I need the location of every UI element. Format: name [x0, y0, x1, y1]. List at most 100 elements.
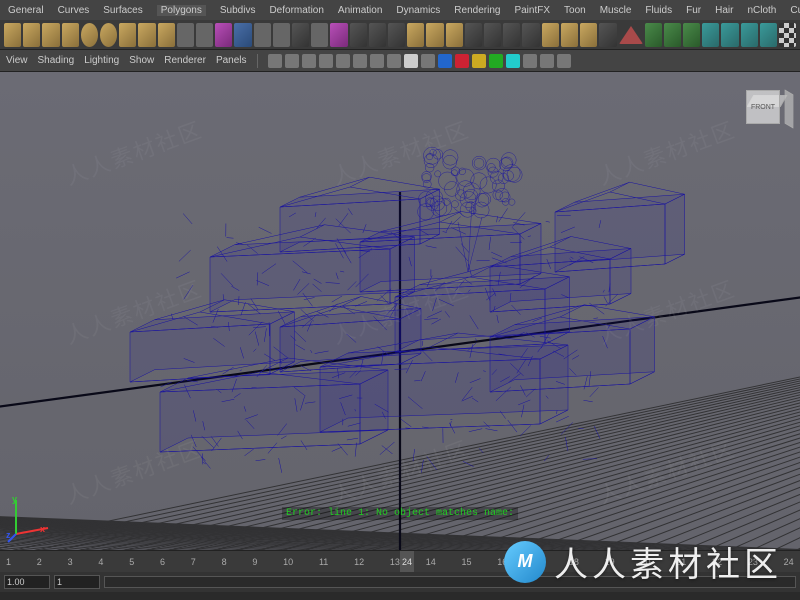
panel-shading[interactable]: Shading	[38, 55, 75, 66]
shelf-tool-3[interactable]	[62, 23, 79, 47]
menu-surfaces[interactable]: Surfaces	[103, 5, 142, 16]
range-track[interactable]	[104, 576, 796, 588]
shelf-tool-22[interactable]	[426, 23, 443, 47]
panel-panels[interactable]: Panels	[216, 55, 247, 66]
shelf-tool-11[interactable]	[215, 23, 232, 47]
shelf-tool-37[interactable]	[721, 23, 738, 47]
shelf-tool-29[interactable]	[561, 23, 578, 47]
shelf-tool-7[interactable]	[138, 23, 155, 47]
shelf-tool-23[interactable]	[446, 23, 463, 47]
menu-muscle[interactable]: Muscle	[600, 5, 632, 16]
smooth-shade-icon[interactable]	[421, 54, 435, 68]
camera-icon[interactable]	[268, 54, 282, 68]
shelf-tool-9[interactable]	[177, 23, 194, 47]
panel-view[interactable]: View	[6, 55, 28, 66]
shelf-tool-12[interactable]	[234, 23, 251, 47]
menu-ncloth[interactable]: nCloth	[747, 5, 776, 16]
menu-polygons[interactable]: Polygons	[157, 5, 206, 16]
renderer-icon[interactable]	[557, 54, 571, 68]
time-slider[interactable]: 123456789101112131415161718192021222324 …	[0, 550, 800, 572]
view-cube-front[interactable]: FRONT	[746, 90, 780, 124]
panel-lighting[interactable]: Lighting	[84, 55, 119, 66]
shelf-tool-38[interactable]	[741, 23, 758, 47]
shelf-tool-40[interactable]	[779, 23, 796, 47]
resolution-gate-icon[interactable]	[370, 54, 384, 68]
shelf-tool-16[interactable]	[311, 23, 328, 47]
timeline-tick: 9	[252, 557, 257, 567]
panel-renderer[interactable]: Renderer	[164, 55, 206, 66]
view-cube[interactable]: FRONT	[742, 82, 786, 126]
image-plane-icon[interactable]	[319, 54, 333, 68]
menu-custom[interactable]: Custom	[790, 5, 800, 16]
shelf-tool-6[interactable]	[119, 23, 136, 47]
shelf-tool-13[interactable]	[254, 23, 271, 47]
shelf-tool-1[interactable]	[23, 23, 40, 47]
menu-rendering[interactable]: Rendering	[454, 5, 500, 16]
timeline-tick: 20	[640, 557, 650, 567]
shelf-tool-30[interactable]	[580, 23, 597, 47]
shelf-tool-8[interactable]	[158, 23, 175, 47]
wireframe-icon[interactable]	[404, 54, 418, 68]
textured-icon[interactable]	[438, 54, 452, 68]
perspective-viewport[interactable]: FRONT x y z Error: line 1: No object mat…	[0, 72, 800, 550]
shelf-tool-28[interactable]	[542, 23, 559, 47]
shelf-tool-32[interactable]	[619, 26, 643, 44]
range-start-field[interactable]	[4, 575, 50, 589]
timeline-tick: 3	[68, 557, 73, 567]
menu-subdivs[interactable]: Subdivs	[220, 5, 256, 16]
shelf-tool-4[interactable]	[81, 23, 98, 47]
xray-icon[interactable]	[506, 54, 520, 68]
current-time-marker[interactable]: 24	[400, 551, 414, 572]
shelf-tool-17[interactable]	[330, 23, 347, 47]
menu-deformation[interactable]: Deformation	[269, 5, 323, 16]
shelf-tool-14[interactable]	[273, 23, 290, 47]
menu-curves[interactable]: Curves	[58, 5, 90, 16]
menu-general[interactable]: General	[8, 5, 44, 16]
menu-toon[interactable]: Toon	[564, 5, 586, 16]
shelf-tool-36[interactable]	[702, 23, 719, 47]
high-quality-icon[interactable]	[489, 54, 503, 68]
shelf-tool-24[interactable]	[465, 23, 482, 47]
shelf-tool-21[interactable]	[407, 23, 424, 47]
shadow-icon[interactable]	[472, 54, 486, 68]
panel-show[interactable]: Show	[129, 55, 154, 66]
viewport-panel-menu: View Shading Lighting Show Renderer Pane…	[0, 50, 800, 72]
menu-dynamics[interactable]: Dynamics	[396, 5, 440, 16]
main-menu-bar: General Curves Surfaces Polygons Subdivs…	[0, 0, 800, 20]
menu-fluids[interactable]: Fluids	[645, 5, 672, 16]
light-icon[interactable]	[455, 54, 469, 68]
menu-fur[interactable]: Fur	[686, 5, 701, 16]
shelf-tool-15[interactable]	[292, 23, 309, 47]
shelf-tool-25[interactable]	[484, 23, 501, 47]
timeline-tick: 16	[497, 557, 507, 567]
shelf-tool-31[interactable]	[599, 23, 616, 47]
shelf-tool-39[interactable]	[760, 23, 777, 47]
shelf-tool-33[interactable]	[645, 23, 662, 47]
shelf-tool-27[interactable]	[522, 23, 539, 47]
shelf-tool-5[interactable]	[100, 23, 117, 47]
timeline-tick: 21	[676, 557, 686, 567]
shelf-tool-2[interactable]	[42, 23, 59, 47]
view-cube-side[interactable]	[785, 90, 794, 129]
playback-start-field[interactable]	[54, 575, 100, 589]
shelf-tool-0[interactable]	[4, 23, 21, 47]
select-icon[interactable]	[285, 54, 299, 68]
timeline-tick: 2	[37, 557, 42, 567]
shelf-tool-20[interactable]	[388, 23, 405, 47]
shelf-tool-18[interactable]	[350, 23, 367, 47]
viewport-icon[interactable]	[540, 54, 554, 68]
menu-paintfx[interactable]: PaintFX	[514, 5, 550, 16]
film-gate-icon[interactable]	[353, 54, 367, 68]
shelf-tool-35[interactable]	[683, 23, 700, 47]
isolate-icon[interactable]	[523, 54, 537, 68]
gate-mask-icon[interactable]	[387, 54, 401, 68]
menu-hair[interactable]: Hair	[715, 5, 733, 16]
shelf-tool-26[interactable]	[503, 23, 520, 47]
menu-animation[interactable]: Animation	[338, 5, 382, 16]
shelf-tool-10[interactable]	[196, 23, 213, 47]
bookmark-icon[interactable]	[302, 54, 316, 68]
shelf-tool-34[interactable]	[664, 23, 681, 47]
grid-icon[interactable]	[336, 54, 350, 68]
command-line[interactable]	[0, 592, 800, 600]
shelf-tool-19[interactable]	[369, 23, 386, 47]
